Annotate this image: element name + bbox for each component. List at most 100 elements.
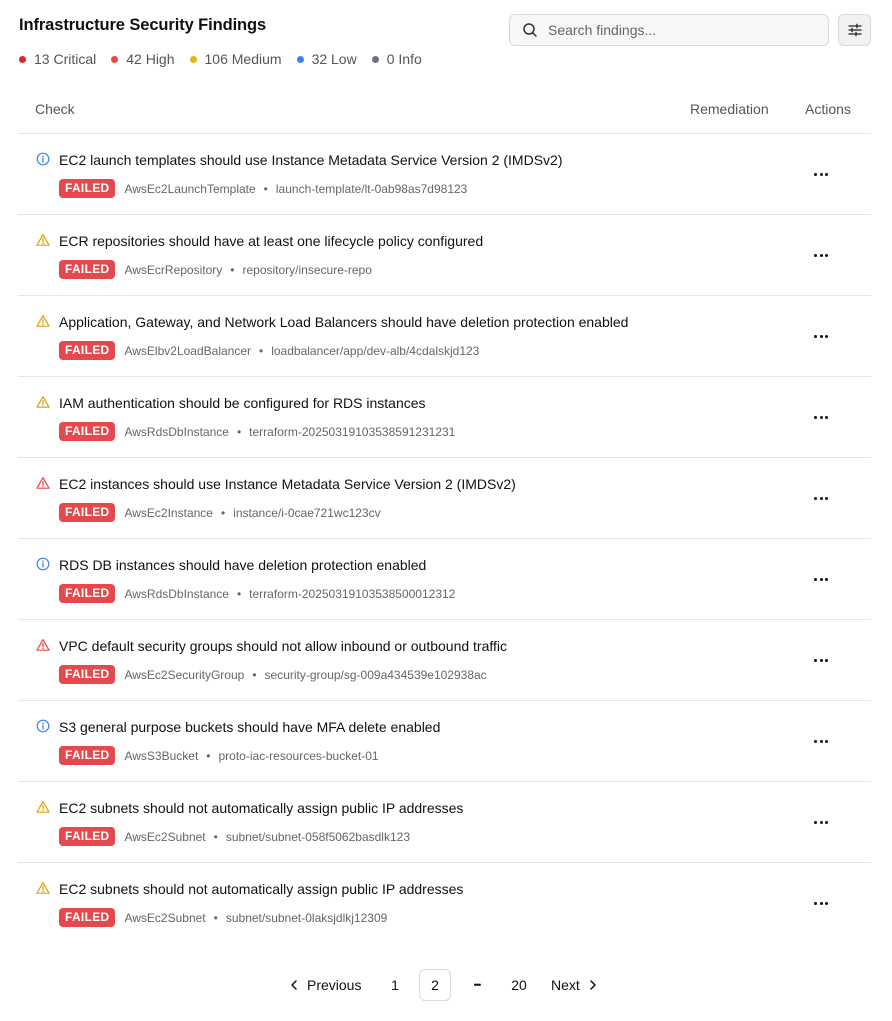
separator-dot: • bbox=[220, 505, 226, 520]
column-header-check[interactable]: Check bbox=[35, 101, 75, 117]
dot-icon bbox=[814, 901, 818, 905]
sliders-icon bbox=[847, 23, 862, 37]
check-title[interactable]: VPC default security groups should not a… bbox=[59, 638, 507, 654]
status-badge: FAILED bbox=[59, 908, 116, 927]
resource-type: AwsEc2Subnet bbox=[124, 829, 206, 844]
table-row[interactable]: EC2 launch templates should use Instance… bbox=[18, 134, 871, 215]
resource-type: AwsEc2LaunchTemplate bbox=[124, 181, 256, 196]
next-page-button[interactable]: Next bbox=[551, 969, 600, 1001]
critical-dot-icon bbox=[19, 55, 26, 63]
resource-id: terraform-20250319103538591231231 bbox=[249, 424, 456, 439]
separator-dot: • bbox=[252, 667, 257, 682]
separator-dot: • bbox=[213, 829, 218, 844]
check-title[interactable]: IAM authentication should be configured … bbox=[59, 395, 426, 411]
separator-dot: • bbox=[236, 586, 242, 601]
dot-icon bbox=[824, 820, 828, 824]
more-actions-button[interactable] bbox=[809, 652, 833, 668]
check-title[interactable]: EC2 instances should use Instance Metada… bbox=[59, 476, 516, 492]
dot-icon bbox=[819, 415, 823, 419]
more-actions-button[interactable] bbox=[809, 328, 833, 344]
page-button-last[interactable]: 20 bbox=[506, 969, 532, 1001]
dot-icon bbox=[824, 334, 828, 338]
more-actions-button[interactable] bbox=[809, 814, 833, 830]
resource-type: AwsRdsDbInstance bbox=[124, 586, 229, 601]
check-title[interactable]: S3 general purpose buckets should have M… bbox=[59, 719, 440, 735]
status-badge: FAILED bbox=[59, 179, 116, 198]
warning-triangle-icon bbox=[36, 314, 50, 328]
info-icon bbox=[36, 719, 50, 733]
page-button-1[interactable]: 1 bbox=[383, 969, 407, 1001]
resource-type: AwsS3Bucket bbox=[124, 748, 199, 763]
search-input[interactable] bbox=[548, 22, 808, 38]
finding-meta: FAILED AwsEc2Subnet • subnet/subnet-0laksjd… bbox=[59, 908, 387, 927]
check-title[interactable]: EC2 launch templates should use Instance… bbox=[59, 152, 562, 168]
finding-meta: FAILED AwsElbv2LoadBalancer • loadbalancer/… bbox=[59, 341, 479, 360]
more-actions-button[interactable] bbox=[809, 490, 833, 506]
page-header: Infrastructure Security Findings 13 Crit… bbox=[19, 14, 871, 74]
more-actions-button[interactable] bbox=[809, 247, 833, 263]
resource-id: repository/insecure-repo bbox=[242, 262, 372, 277]
check-title[interactable]: RDS DB instances should have deletion pr… bbox=[59, 557, 426, 573]
resource-id: loadbalancer/app/dev-alb/4cdalskjd123 bbox=[271, 343, 480, 358]
finding-meta: FAILED AwsRdsDbInstance • terraform-2025031… bbox=[59, 422, 455, 441]
separator-dot: • bbox=[206, 748, 211, 763]
resource-type: AwsRdsDbInstance bbox=[124, 424, 229, 439]
resource-id: launch-template/lt-0ab98as7d98123 bbox=[275, 181, 468, 196]
finding-meta: FAILED AwsEc2Instance • instance/i-0cae721w… bbox=[59, 503, 381, 522]
separator-dot: • bbox=[230, 262, 235, 277]
dot-icon bbox=[814, 658, 818, 662]
table-row[interactable]: VPC default security groups should not a… bbox=[18, 620, 871, 701]
dot-icon bbox=[824, 658, 828, 662]
page-button-current[interactable]: 2 bbox=[419, 969, 451, 1001]
status-badge: FAILED bbox=[59, 422, 116, 441]
status-badge: FAILED bbox=[59, 341, 116, 360]
table-row[interactable]: IAM authentication should be configured … bbox=[18, 377, 871, 458]
table-header: Check Remediation Actions bbox=[18, 92, 871, 134]
check-title[interactable]: Application, Gateway, and Network Load B… bbox=[59, 314, 628, 330]
check-title[interactable]: ECR repositories should have at least on… bbox=[59, 233, 483, 249]
stat-label: 106 Medium bbox=[204, 51, 282, 67]
resource-type: AwsEc2Instance bbox=[124, 505, 213, 520]
high-dot-icon bbox=[111, 55, 119, 63]
severity-stats: 13 Critical 42 High 106 Medium 32 Low 0 … bbox=[19, 51, 437, 67]
dot-icon bbox=[819, 172, 823, 176]
resource-id: instance/i-0cae721wc123cv bbox=[233, 505, 381, 520]
dot-icon bbox=[824, 739, 828, 743]
dot-icon bbox=[814, 253, 818, 257]
dot-icon bbox=[824, 415, 828, 419]
more-actions-button[interactable] bbox=[809, 895, 833, 911]
table-row[interactable]: EC2 subnets should not automatically ass… bbox=[18, 782, 871, 863]
resource-type: AwsEc2Subnet bbox=[124, 910, 206, 925]
stat-critical: 13 Critical bbox=[19, 51, 96, 67]
check-title[interactable]: EC2 subnets should not automatically ass… bbox=[59, 881, 463, 897]
table-row[interactable]: EC2 subnets should not automatically ass… bbox=[18, 863, 871, 944]
dot-icon bbox=[814, 820, 818, 824]
check-title[interactable]: EC2 subnets should not automatically ass… bbox=[59, 800, 463, 816]
status-badge: FAILED bbox=[59, 665, 116, 684]
separator-dot: • bbox=[263, 181, 268, 196]
table-row[interactable]: Application, Gateway, and Network Load B… bbox=[18, 296, 871, 377]
filter-button[interactable] bbox=[838, 14, 871, 46]
table-row[interactable]: RDS DB instances should have deletion pr… bbox=[18, 539, 871, 620]
more-actions-button[interactable] bbox=[809, 733, 833, 749]
dot-icon bbox=[819, 739, 823, 743]
dot-icon bbox=[814, 739, 818, 743]
warning-triangle-icon bbox=[36, 395, 50, 409]
column-header-remediation[interactable]: Remediation bbox=[690, 101, 769, 117]
table-row[interactable]: ECR repositories should have at least on… bbox=[18, 215, 871, 296]
search-box[interactable] bbox=[509, 14, 829, 46]
table-row[interactable]: EC2 instances should use Instance Metada… bbox=[18, 458, 871, 539]
status-badge: FAILED bbox=[59, 584, 116, 603]
stat-low: 32 Low bbox=[296, 51, 357, 67]
more-actions-button[interactable] bbox=[809, 409, 833, 425]
warning-triangle-icon bbox=[36, 800, 50, 814]
separator-dot: • bbox=[259, 343, 264, 358]
more-actions-button[interactable] bbox=[809, 166, 833, 182]
stat-high: 42 High bbox=[111, 51, 175, 67]
table-row[interactable]: S3 general purpose buckets should have M… bbox=[18, 701, 871, 782]
previous-page-button[interactable]: Previous bbox=[287, 969, 361, 1001]
dot-icon bbox=[819, 496, 823, 500]
alert-triangle-icon bbox=[36, 476, 50, 490]
column-header-actions: Actions bbox=[805, 101, 851, 117]
more-actions-button[interactable] bbox=[809, 571, 833, 587]
